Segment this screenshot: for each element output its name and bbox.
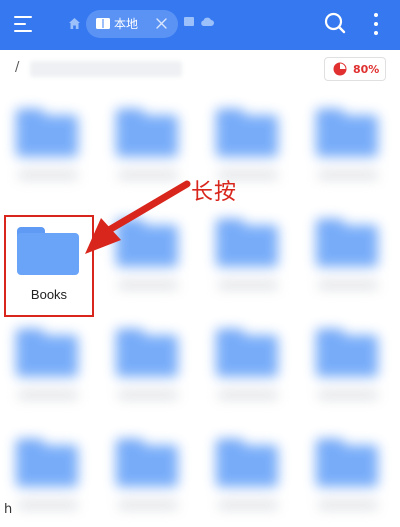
folder-icon (116, 109, 178, 157)
folder-icon (16, 109, 78, 157)
folder-icon (216, 109, 278, 157)
folder-icon (216, 329, 278, 377)
book-icon (96, 18, 110, 29)
folder-item[interactable] (304, 425, 396, 525)
folder-item[interactable] (204, 315, 296, 415)
storage-usage-badge[interactable]: 80% (324, 57, 386, 81)
pie-chart-icon (333, 62, 347, 76)
tab-local-label: 本地 (114, 17, 139, 31)
tab-local[interactable]: 本地 (86, 10, 178, 38)
close-icon[interactable] (155, 17, 168, 30)
folder-item[interactable] (104, 315, 196, 415)
more-vertical-icon[interactable] (372, 13, 380, 35)
path-root[interactable]: / (15, 60, 19, 75)
folder-icon (216, 219, 278, 267)
books-folder-label: Books (30, 287, 68, 302)
folder-icon (17, 227, 79, 275)
storage-percent: 80% (353, 63, 380, 76)
long-press-annotation: 长按 (191, 180, 238, 205)
top-app-bar: 本地 (0, 0, 400, 50)
folder-item[interactable] (4, 425, 96, 525)
search-icon[interactable] (324, 12, 346, 34)
folder-icon (316, 109, 378, 157)
document-icon[interactable] (184, 17, 194, 26)
folder-icon (116, 329, 178, 377)
long-press-arrow-icon (85, 180, 191, 254)
folder-icon (316, 219, 378, 267)
folder-item[interactable] (204, 425, 296, 525)
menu-icon[interactable] (14, 14, 34, 34)
folder-icon (316, 439, 378, 487)
folder-item[interactable] (304, 315, 396, 415)
folder-icon (16, 329, 78, 377)
folder-item[interactable] (304, 205, 396, 305)
folder-icon (116, 439, 178, 487)
home-icon[interactable] (68, 17, 81, 30)
folder-icon (216, 439, 278, 487)
folder-icon (16, 439, 78, 487)
path-breadcrumb-redacted (30, 61, 182, 77)
folder-item[interactable] (204, 205, 296, 305)
folder-icon (316, 329, 378, 377)
cloud-icon[interactable] (200, 16, 214, 27)
folder-item[interactable] (104, 425, 196, 525)
folder-item[interactable] (4, 315, 96, 415)
bottom-partial-text: h (4, 502, 13, 517)
folder-item[interactable] (304, 95, 396, 195)
